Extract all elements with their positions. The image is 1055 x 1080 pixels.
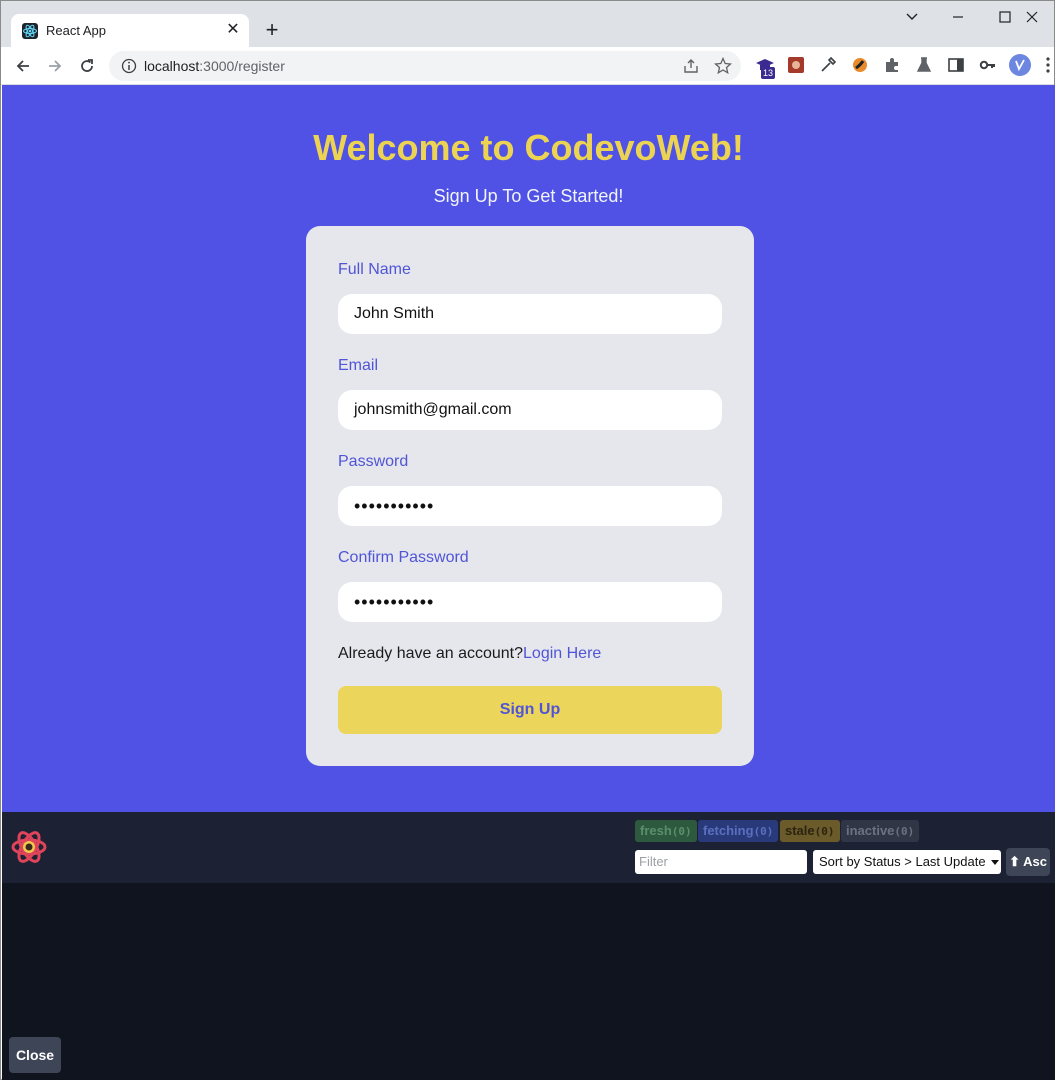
badge-stale-count: (0) — [814, 825, 835, 838]
share-icon[interactable] — [682, 57, 700, 75]
url-path: :3000/register — [199, 58, 285, 74]
site-info-icon[interactable] — [121, 58, 137, 74]
minimize-icon[interactable] — [935, 3, 981, 31]
badge-stale-label: stale — [785, 823, 815, 838]
confirm-password-label: Confirm Password — [338, 549, 469, 566]
badge-inactive-count: (0) — [894, 825, 915, 838]
tab-close-icon[interactable]: ✕ — [223, 20, 243, 40]
new-tab-button[interactable]: + — [259, 18, 285, 44]
sign-up-button[interactable]: Sign Up — [338, 686, 722, 734]
devtools-close-button[interactable]: Close — [9, 1037, 61, 1073]
sort-asc-button[interactable]: ⬆ Asc — [1006, 848, 1050, 876]
bookmark-star-icon[interactable] — [713, 56, 733, 75]
full-name-input[interactable]: John Smith — [338, 294, 722, 334]
extension-red-icon[interactable] — [787, 56, 807, 76]
badge-fetching-label: fetching — [703, 823, 754, 838]
full-name-label: Full Name — [338, 261, 411, 278]
login-prompt-text: Already have an account? — [338, 645, 524, 662]
flask-icon[interactable] — [915, 56, 935, 76]
badge-stale: stale(0) — [780, 820, 840, 842]
react-query-logo-icon[interactable] — [10, 828, 48, 866]
url-text: localhost:3000/register — [144, 58, 285, 74]
register-form-card: Full Name John Smith Email johnsmith@gma… — [306, 226, 754, 766]
badge-fresh-count: (0) — [671, 825, 692, 838]
back-icon[interactable] — [9, 52, 37, 80]
query-devtools-panel: fresh(0) fetching(0) stale(0) inactive(0… — [2, 812, 1055, 1080]
address-bar[interactable]: localhost:3000/register — [109, 51, 741, 81]
email-label: Email — [338, 357, 379, 374]
password-label: Password — [338, 453, 409, 470]
browser-window: React App ✕ + localhost:3000/register 13… — [0, 0, 1055, 1080]
dropdown-caret-icon — [991, 859, 1000, 865]
badge-fresh-label: fresh — [640, 823, 672, 838]
profile-avatar[interactable] — [1009, 54, 1031, 76]
devtools-header: fresh(0) fetching(0) stale(0) inactive(0… — [2, 812, 1055, 883]
email-input[interactable]: johnsmith@gmail.com — [338, 390, 722, 430]
badge-fetching: fetching(0) — [698, 820, 779, 842]
page-title: Welcome to CodevoWeb! — [313, 127, 744, 168]
react-favicon-icon — [22, 23, 38, 39]
tab-search-icon[interactable] — [889, 3, 935, 31]
login-prompt: Already have an account?Login Here — [338, 645, 601, 663]
url-host: localhost — [144, 58, 200, 74]
sort-select-label: Sort by Status > Last Update — [819, 854, 986, 869]
reload-icon[interactable] — [73, 52, 101, 80]
register-page: Welcome to CodevoWeb! Sign Up To Get Sta… — [2, 85, 1055, 812]
badge-fetching-count: (0) — [753, 825, 774, 838]
eyedropper-icon[interactable] — [819, 56, 839, 76]
tab-title: React App — [46, 23, 106, 38]
browser-toolbar: localhost:3000/register 13 — [1, 47, 1054, 85]
extension-swirl-icon[interactable] — [851, 56, 871, 76]
close-window-icon[interactable] — [1009, 3, 1055, 31]
key-icon[interactable] — [979, 56, 999, 76]
forward-icon[interactable] — [41, 52, 69, 80]
tab-react-app[interactable]: React App ✕ — [11, 14, 249, 47]
page-subtitle: Sign Up To Get Started! — [433, 186, 624, 206]
badge-fresh: fresh(0) — [635, 820, 697, 842]
tab-strip: React App ✕ + — [1, 1, 1054, 47]
extensions-puzzle-icon[interactable] — [883, 56, 903, 76]
extension-badge-count: 13 — [761, 67, 776, 79]
sort-select[interactable]: Sort by Status > Last Update — [813, 850, 1001, 874]
confirm-password-input[interactable]: ••••••••••• — [338, 582, 722, 622]
badge-inactive: inactive(0) — [841, 820, 920, 842]
badge-inactive-label: inactive — [846, 823, 895, 838]
filter-input[interactable]: Filter — [635, 850, 807, 874]
password-input[interactable]: ••••••••••• — [338, 486, 722, 526]
login-link[interactable]: Login Here — [523, 645, 601, 662]
side-panel-icon[interactable] — [947, 56, 967, 76]
more-menu-icon[interactable] — [1045, 56, 1055, 76]
